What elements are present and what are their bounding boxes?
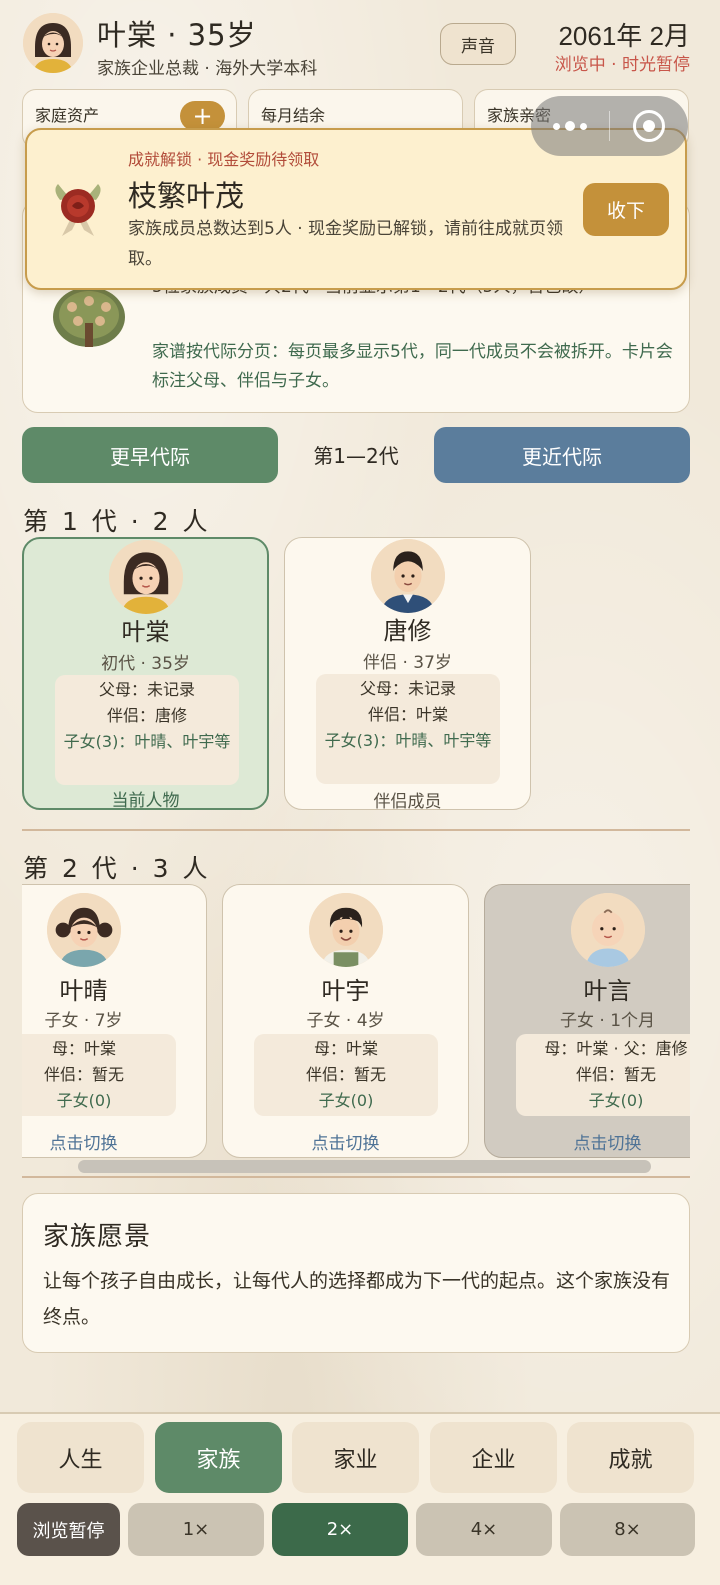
game-status: 浏览中 · 时光暂停 xyxy=(554,55,690,75)
tab-achievements[interactable]: 成就 xyxy=(567,1422,694,1493)
member-role: 子女 · 7岁 xyxy=(44,1011,123,1031)
member-name: 叶言 xyxy=(583,977,632,1005)
man-avatar-icon xyxy=(370,539,445,613)
generation-divider xyxy=(22,829,690,831)
member-children: 子女(3)：叶晴、叶宇等 xyxy=(324,731,492,750)
generation-title: 第 2 代 · 3 人 xyxy=(23,854,211,883)
stat-label: 家庭资产 xyxy=(35,106,100,125)
member-name: 叶宇 xyxy=(321,977,370,1005)
member-role: 子女 · 1个月 xyxy=(559,1011,656,1031)
miniprogram-capsule xyxy=(531,96,688,156)
vision-text: 让每个孩子自由成长，让每代人的选择都成为下一代的起点。这个家族没有终点。 xyxy=(43,1270,671,1328)
member-role: 初代 · 35岁 xyxy=(101,654,190,674)
member-children: 子女(0) xyxy=(318,1091,374,1110)
member-card-ye-yan[interactable]: 叶言 子女 · 1个月 母：叶棠 · 父：唐修 伴侣：暂无 子女(0) 点击切换 xyxy=(484,884,690,1158)
member-relations: 父母：未记录 伴侣：唐修 子女(3)：叶晴、叶宇等 xyxy=(55,675,239,785)
member-status: 当前人物 xyxy=(111,791,180,811)
member-relations: 母：叶棠 伴侣：暂无 子女(0) xyxy=(22,1034,176,1116)
speed-4x-button[interactable]: 4× xyxy=(416,1503,552,1556)
player-occupation: 家族企业总裁 · 海外大学本科 xyxy=(97,59,318,79)
toast-kicker: 成就解锁 · 现金奖励待领取 xyxy=(128,150,320,169)
girl-avatar-icon xyxy=(46,893,121,967)
generation-divider xyxy=(22,1176,690,1178)
sound-button[interactable]: 声音 xyxy=(440,23,516,65)
member-parents: 父母：未记录 xyxy=(359,679,456,698)
tab-company[interactable]: 企业 xyxy=(430,1422,557,1493)
generation-title: 第 1 代 · 2 人 xyxy=(23,507,211,536)
member-children: 子女(3)：叶晴、叶宇等 xyxy=(63,732,231,751)
member-partner: 伴侣：暂无 xyxy=(305,1065,386,1084)
member-relations: 母：叶棠 · 父：唐修 伴侣：暂无 子女(0) xyxy=(516,1034,690,1116)
toast-message: 家族成员总数达到5人 · 现金奖励已解锁，请前往成就页领取。 xyxy=(128,219,564,269)
horizontal-scrollbar[interactable] xyxy=(78,1160,651,1173)
pause-browse-button[interactable]: 浏览暂停 xyxy=(17,1503,120,1556)
member-parents: 母：叶棠 xyxy=(313,1039,378,1058)
game-date: 2061年 2月 xyxy=(558,21,690,51)
later-generations-button[interactable]: 更近代际 xyxy=(434,427,690,483)
toast-title: 枝繁叶茂 xyxy=(128,179,245,213)
generation-range-label: 第1—2代 xyxy=(313,444,399,468)
member-children: 子女(0) xyxy=(56,1091,112,1110)
member-partner: 伴侣：暂无 xyxy=(43,1065,124,1084)
more-options-icon[interactable] xyxy=(531,121,609,131)
vision-title: 家族愿景 xyxy=(43,1222,152,1252)
tab-family-business[interactable]: 家业 xyxy=(292,1422,419,1493)
switch-member-link[interactable]: 点击切换 xyxy=(485,1129,690,1154)
member-status: 伴侣成员 xyxy=(373,792,442,812)
woman-avatar-icon xyxy=(23,13,83,73)
close-miniprogram-icon[interactable] xyxy=(610,110,688,142)
member-name: 叶棠 xyxy=(121,618,170,646)
accept-reward-button[interactable]: 收下 xyxy=(583,183,669,236)
member-partner: 伴侣：叶棠 xyxy=(367,705,448,724)
member-card-tang-xiu[interactable]: 唐修 伴侣 · 37岁 父母：未记录 伴侣：叶棠 子女(3)：叶晴、叶宇等 伴侣… xyxy=(284,537,531,812)
member-partner: 伴侣：唐修 xyxy=(106,706,187,725)
member-parents: 母：叶棠 · 父：唐修 xyxy=(544,1039,688,1058)
member-parents: 母：叶棠 xyxy=(51,1039,116,1058)
member-card-ye-yu[interactable]: 叶宇 子女 · 4岁 母：叶棠 伴侣：暂无 子女(0) 点击切换 xyxy=(222,884,469,1158)
member-children: 子女(0) xyxy=(588,1091,644,1110)
tab-family[interactable]: 家族 xyxy=(155,1422,282,1493)
woman-avatar-icon xyxy=(108,540,183,614)
speed-8x-button[interactable]: 8× xyxy=(560,1503,695,1556)
switch-member-link[interactable]: 点击切换 xyxy=(22,1129,206,1154)
family-tree-hint-text: 家谱按代际分页：每页最多显示5代，同一代成员不会被拆开。卡片会标注父母、伴侣与子… xyxy=(152,342,673,391)
member-card-ye-qing[interactable]: 叶晴 子女 · 7岁 母：叶棠 伴侣：暂无 子女(0) 点击切换 xyxy=(22,884,207,1158)
baby-avatar-icon xyxy=(570,893,645,967)
member-partner: 伴侣：暂无 xyxy=(575,1065,656,1084)
speed-2x-button[interactable]: 2× xyxy=(272,1503,408,1556)
member-name: 叶晴 xyxy=(59,977,108,1005)
member-role: 子女 · 4岁 xyxy=(306,1011,385,1031)
speed-1x-button[interactable]: 1× xyxy=(128,1503,264,1556)
stat-label: 每月结余 xyxy=(261,106,326,125)
boy-avatar-icon xyxy=(308,893,383,967)
add-assets-button[interactable]: + xyxy=(180,101,225,131)
switch-member-link[interactable]: 点击切换 xyxy=(223,1129,468,1154)
earlier-generations-button[interactable]: 更早代际 xyxy=(22,427,278,483)
member-role: 伴侣 · 37岁 xyxy=(363,653,452,673)
player-name-age: 叶棠 · 35岁 xyxy=(97,18,257,52)
member-card-ye-tang[interactable]: 叶棠 初代 · 35岁 父母：未记录 伴侣：唐修 子女(3)：叶晴、叶宇等 当前… xyxy=(22,537,269,811)
member-parents: 父母：未记录 xyxy=(98,680,195,699)
tab-life[interactable]: 人生 xyxy=(17,1422,144,1493)
member-relations: 父母：未记录 伴侣：叶棠 子女(3)：叶晴、叶宇等 xyxy=(316,674,500,784)
member-name: 唐修 xyxy=(383,617,432,645)
player-avatar[interactable] xyxy=(23,13,83,73)
wax-seal-icon xyxy=(50,180,106,238)
family-tree-emblem-icon xyxy=(50,285,128,351)
member-relations: 母：叶棠 伴侣：暂无 子女(0) xyxy=(254,1034,438,1116)
